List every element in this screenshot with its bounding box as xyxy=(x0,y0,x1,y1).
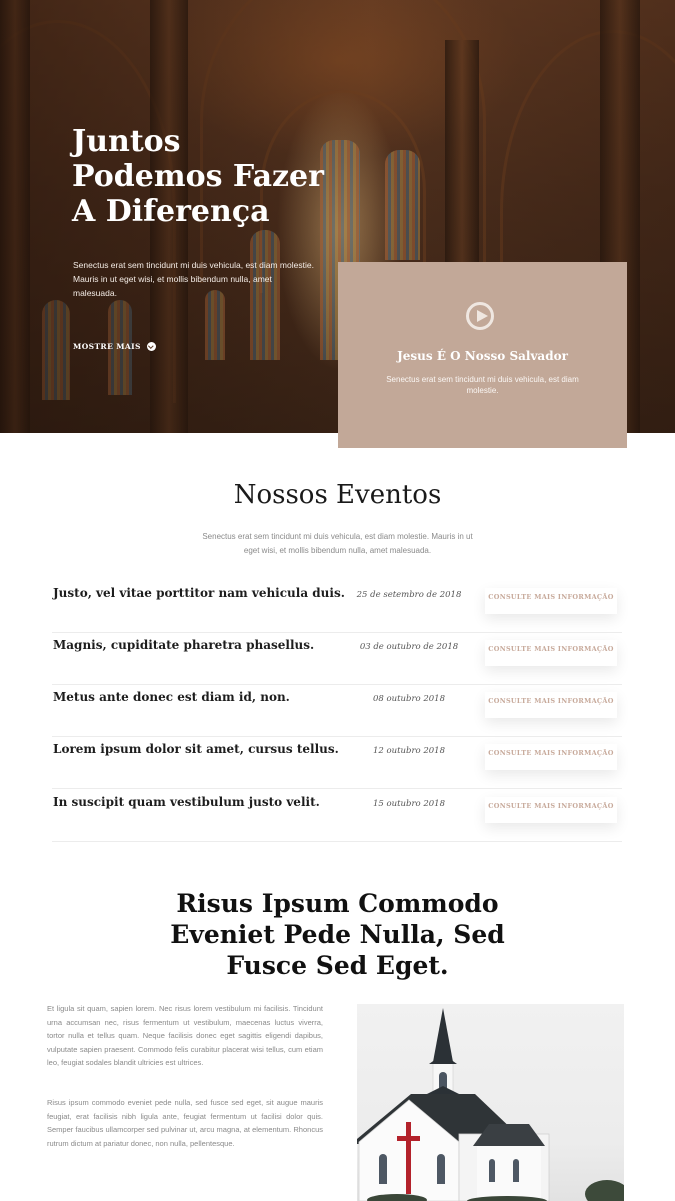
event-name: Magnis, cupiditate pharetra phasellus. xyxy=(53,638,315,652)
hero-text: Senectus erat sem tincidunt mi duis vehi… xyxy=(73,260,314,298)
more-info-button[interactable]: CONSULTE MAIS INFORMAÇÃO xyxy=(485,640,617,666)
hero-title: Juntos Podemos Fazer A Diferença xyxy=(72,124,324,229)
more-info-button[interactable]: CONSULTE MAIS INFORMAÇÃO xyxy=(485,797,617,823)
event-row: Magnis, cupiditate pharetra phasellus. 03… xyxy=(52,632,622,685)
event-date: 03 de outubro de 2018 xyxy=(359,642,459,652)
about-paragraph-1: Et ligula sit quam, sapien lorem. Nec ri… xyxy=(47,1004,323,1068)
event-row: Metus ante donec est diam id, non. 08 out… xyxy=(52,684,622,737)
event-date: 15 outubro 2018 xyxy=(373,799,445,809)
event-date: 12 outubro 2018 xyxy=(373,746,445,756)
about-paragraph-2: Risus ipsum commodo eveniet pede nulla, … xyxy=(47,1098,323,1148)
events-title: Nossos Eventos xyxy=(233,480,442,510)
event-row: Lorem ipsum dolor sit amet, cursus tellu… xyxy=(52,736,622,789)
more-info-button[interactable]: CONSULTE MAIS INFORMAÇÃO xyxy=(485,692,617,718)
show-more-link[interactable]: MOSTRE MAIS xyxy=(73,342,156,351)
church-photo xyxy=(357,1004,624,1201)
church-illustration xyxy=(357,1008,624,1201)
event-date: 25 de setembro de 2018 xyxy=(356,590,462,600)
play-icon[interactable] xyxy=(466,302,494,330)
event-date: 08 outubro 2018 xyxy=(373,694,445,704)
about-title: Risus Ipsum Commodo Eveniet Pede Nulla, … xyxy=(170,889,505,980)
event-name: In suscipit quam vestibulum justo velit. xyxy=(53,795,320,809)
event-row: In suscipit quam vestibulum justo velit.… xyxy=(52,789,622,842)
video-text: Senectus erat sem tincidunt mi duis vehi… xyxy=(386,375,579,395)
more-info-button[interactable]: CONSULTE MAIS INFORMAÇÃO xyxy=(485,744,617,770)
chevron-down-icon xyxy=(146,342,156,351)
show-more-label: MOSTRE MAIS xyxy=(73,342,141,351)
video-title: Jesus É O Nosso Salvador xyxy=(397,349,568,363)
events-subtitle: Senectus erat sem tincidunt mi duis vehi… xyxy=(202,532,473,555)
event-name: Lorem ipsum dolor sit amet, cursus tellu… xyxy=(53,742,339,756)
event-name: Metus ante donec est diam id, non. xyxy=(53,690,290,704)
event-name: Justo, vel vitae porttitor nam vehicula … xyxy=(53,586,345,600)
event-row: Justo, vel vitae porttitor nam vehicula … xyxy=(52,580,622,633)
more-info-button[interactable]: CONSULTE MAIS INFORMAÇÃO xyxy=(485,588,617,614)
